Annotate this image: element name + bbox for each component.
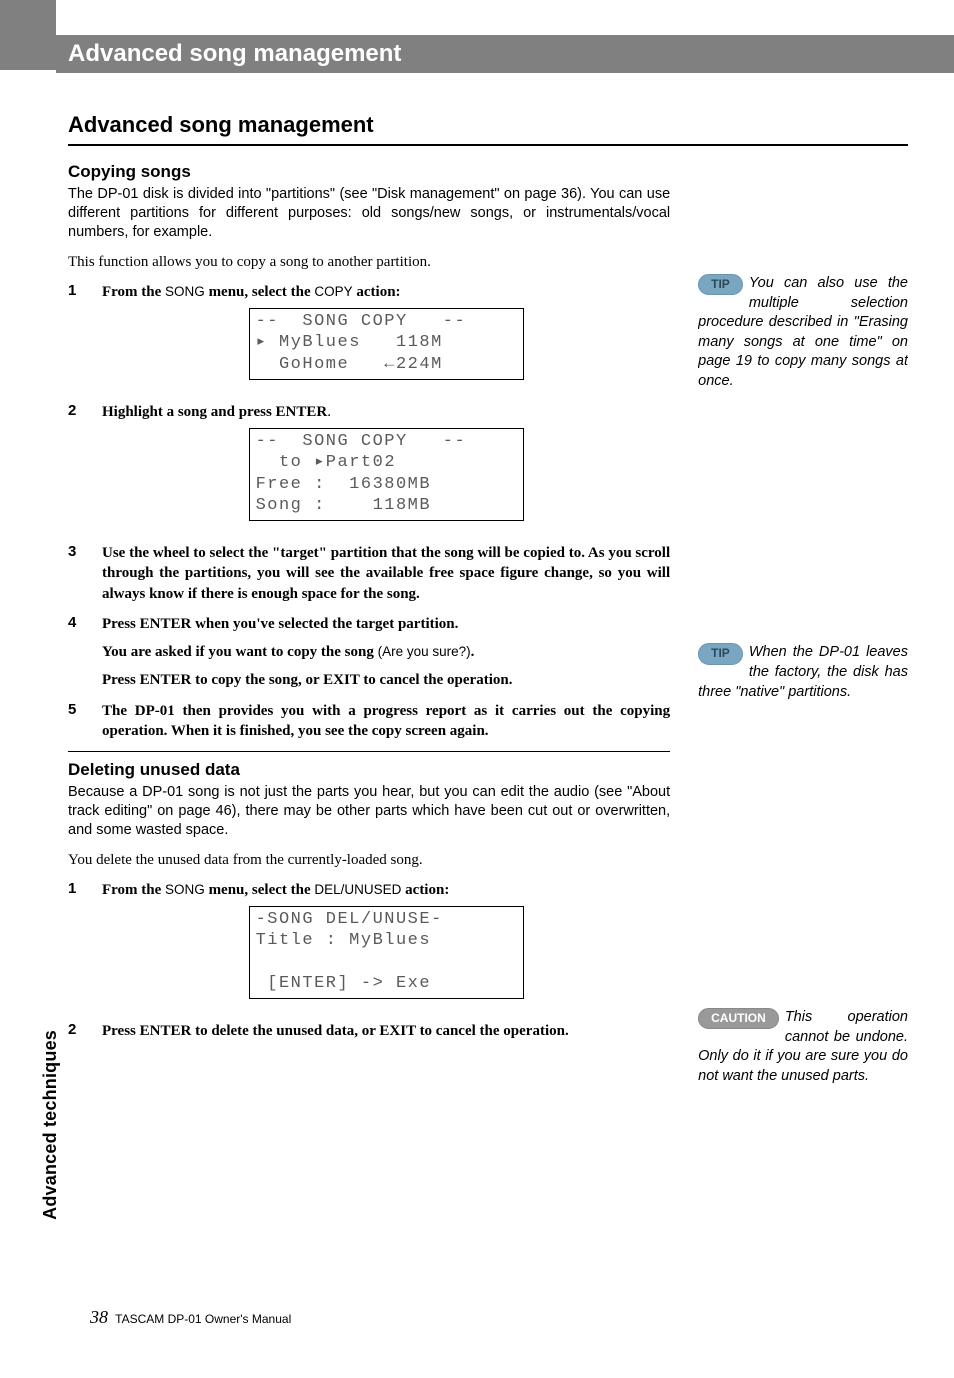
h3-copying: Copying songs: [68, 162, 670, 182]
copy-step-4: 4 Press ENTER when you've selected the t…: [68, 614, 670, 691]
tip-badge: TIP: [698, 274, 743, 295]
step-number: 2: [68, 402, 102, 533]
lcd-screen-del: -SONG DEL/UNUSE- Title : MyBlues [ENTER]…: [249, 906, 524, 999]
left-margin-bar: [0, 0, 56, 70]
h3-deleting: Deleting unused data: [68, 760, 670, 780]
step-number: 1: [68, 880, 102, 1011]
copy-step-2: 2 Highlight a song and press ENTER. -- S…: [68, 402, 670, 533]
step-text: Press ENTER when you've selected the tar…: [102, 614, 670, 691]
page-header-title: Advanced song management: [56, 40, 401, 68]
copy-step-5: 5 The DP-01 then provides you with a pro…: [68, 701, 670, 742]
h2-title: Advanced song management: [68, 112, 908, 138]
del-step-2: 2 Press ENTER to delete the unused data,…: [68, 1021, 670, 1041]
header-band: Advanced song management: [56, 35, 954, 73]
step-text: Use the wheel to select the "target" par…: [102, 543, 670, 604]
copy-intro: The DP-01 disk is divided into "partitio…: [68, 185, 670, 242]
step-text: Press ENTER to delete the unused data, o…: [102, 1021, 670, 1041]
step-number: 1: [68, 282, 102, 392]
footer-text: TASCAM DP-01 Owner's Manual: [115, 1312, 291, 1326]
copy-lead: This function allows you to copy a song …: [68, 252, 670, 272]
step-number: 5: [68, 701, 102, 742]
tip-note-1: TIP You can also use the multiple select…: [698, 274, 908, 391]
caution-badge: CAUTION: [698, 1008, 779, 1029]
step-number: 2: [68, 1021, 102, 1041]
rule: [68, 751, 670, 752]
step-text: The DP-01 then provides you with a progr…: [102, 701, 670, 742]
page-number: 38: [90, 1307, 108, 1327]
tip-note-2: TIP When the DP-01 leaves the factory, t…: [698, 643, 908, 702]
section-label-vertical: Advanced techniques: [40, 1030, 61, 1220]
del-step-1: 1 From the SONG menu, select the DEL/UNU…: [68, 880, 670, 1011]
step-text: From the SONG menu, select the DEL/UNUSE…: [102, 880, 670, 1011]
step-number: 3: [68, 543, 102, 604]
caution-note: CAUTION This operation cannot be undone.…: [698, 1008, 908, 1086]
page-footer: 38 TASCAM DP-01 Owner's Manual: [90, 1307, 291, 1328]
lcd-screen-copy-2: -- SONG COPY -- to ▸Part02 Free : 16380M…: [249, 428, 524, 521]
step-number: 4: [68, 614, 102, 691]
step-text: Highlight a song and press ENTER. -- SON…: [102, 402, 670, 533]
copy-step-3: 3 Use the wheel to select the "target" p…: [68, 543, 670, 604]
main-column: Copying songs The DP-01 disk is divided …: [68, 162, 670, 1110]
copy-step-1: 1 From the SONG menu, select the COPY ac…: [68, 282, 670, 392]
lcd-screen-copy-1: -- SONG COPY -- ▸ MyBlues 118M GoHome ←2…: [249, 308, 524, 380]
del-intro: Because a DP-01 song is not just the par…: [68, 783, 670, 840]
rule: [68, 144, 908, 146]
side-column: TIP You can also use the multiple select…: [698, 162, 908, 1110]
del-lead: You delete the unused data from the curr…: [68, 850, 670, 870]
tip-badge: TIP: [698, 643, 743, 664]
step-text: From the SONG menu, select the COPY acti…: [102, 282, 670, 392]
